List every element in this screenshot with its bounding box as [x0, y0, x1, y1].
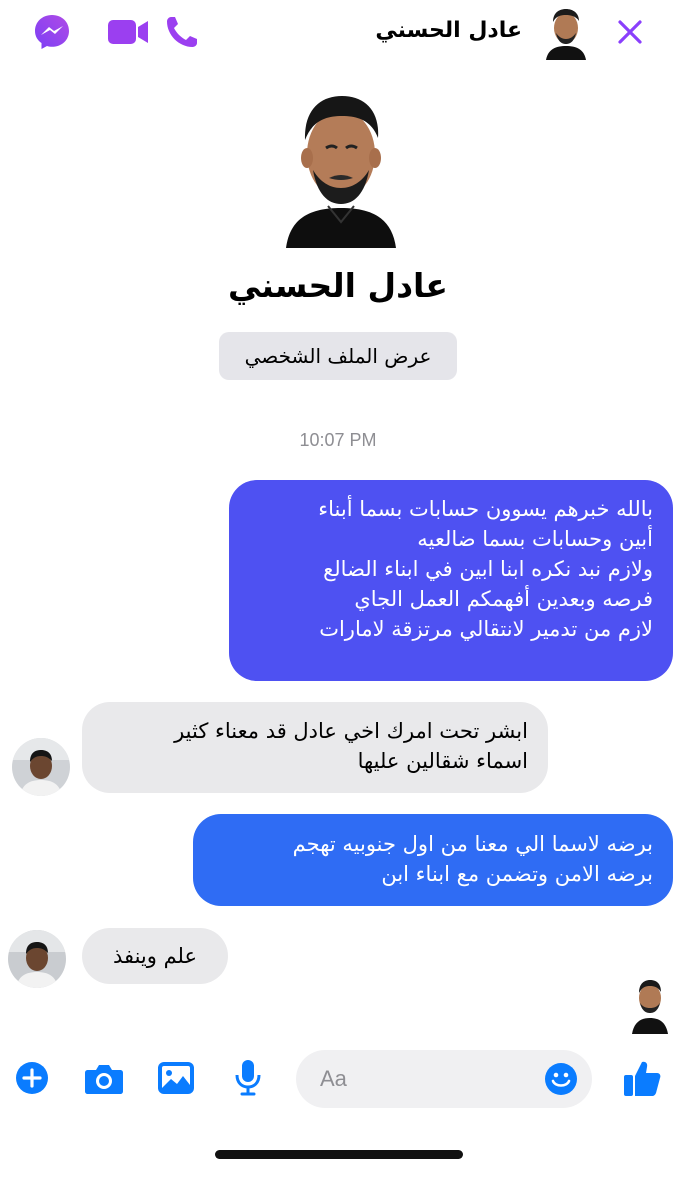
sender-avatar[interactable]: [12, 738, 70, 796]
chat-header: عادل الحسني: [0, 0, 682, 66]
message-line: علم وينفذ: [112, 944, 198, 968]
outgoing-message[interactable]: بالله خبرهم يسوون حسابات بسما أبناء أبين…: [229, 480, 673, 681]
message-line: ابشر تحت امرك اخي عادل قد معناء كثير: [174, 719, 528, 743]
close-icon[interactable]: [608, 10, 652, 54]
message-line: بالله خبرهم يسوون حسابات بسما أبناء: [318, 497, 653, 521]
emoji-icon[interactable]: [544, 1062, 578, 1100]
message-line: برضه الامن وتضمن مع ابناء ابن: [381, 862, 653, 886]
view-profile-button[interactable]: عرض الملف الشخصي: [219, 332, 457, 380]
header-avatar[interactable]: [542, 4, 590, 60]
camera-icon[interactable]: [82, 1056, 126, 1100]
video-call-icon[interactable]: [106, 10, 150, 54]
message-input-placeholder: Aa: [320, 1066, 347, 1091]
phone-call-icon[interactable]: [160, 10, 204, 54]
message-line: أبين وحسابات بسما ضالعيه: [417, 527, 653, 551]
messenger-icon[interactable]: [30, 10, 74, 54]
profile-avatar[interactable]: [280, 82, 402, 248]
message-composer: Aa: [0, 1046, 682, 1110]
message-line: اسماء شقالين عليها: [357, 749, 528, 773]
message-line: لازم من تدمير لانتقالي مرتزقة لامارات: [319, 617, 653, 641]
sender-avatar[interactable]: [8, 930, 66, 988]
gallery-icon[interactable]: [154, 1056, 198, 1100]
profile-name: عادل الحسني: [228, 266, 448, 305]
message-line: فرصه وبعدين أفهمكم العمل الجاي: [354, 587, 653, 611]
incoming-message[interactable]: ابشر تحت امرك اخي عادل قد معناء كثير اسم…: [82, 702, 548, 793]
seen-indicator-avatar: [630, 974, 670, 1034]
message-line: برضه لاسما الي معنا من اول جنوبيه تهجم: [292, 832, 653, 856]
message-line: ولازم نبد نكره ابنا ابين في ابناء الضالع: [323, 557, 653, 581]
message-input[interactable]: Aa: [296, 1050, 592, 1108]
like-icon[interactable]: [620, 1056, 664, 1100]
incoming-message[interactable]: علم وينفذ: [82, 928, 228, 984]
plus-icon[interactable]: [10, 1056, 54, 1100]
microphone-icon[interactable]: [226, 1056, 270, 1100]
home-indicator: [215, 1150, 463, 1159]
header-contact-name[interactable]: عادل الحسني: [375, 18, 522, 43]
outgoing-message[interactable]: برضه لاسما الي معنا من اول جنوبيه تهجم ب…: [193, 814, 673, 906]
message-timestamp: 10:07 PM: [299, 430, 377, 450]
